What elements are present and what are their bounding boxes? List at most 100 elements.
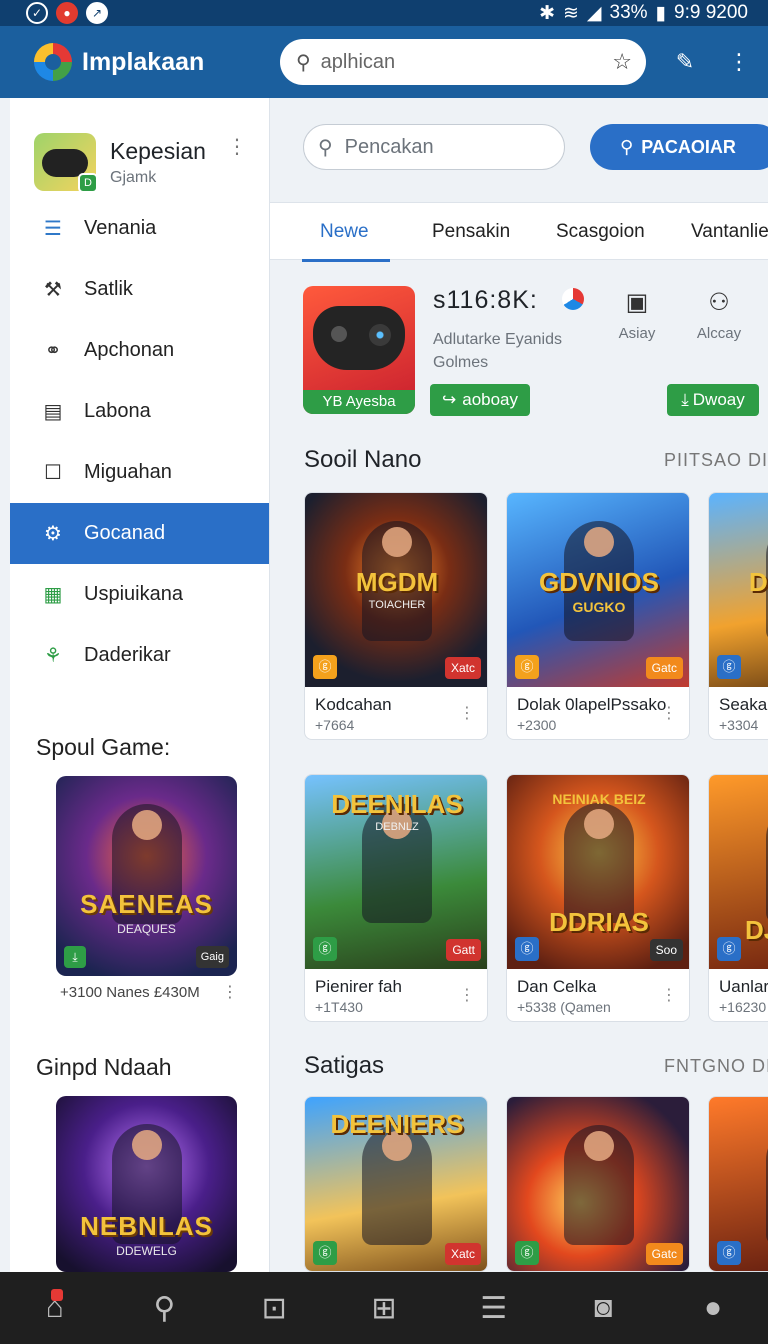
sidebar-item-miguahan[interactable]: ☐ Miguahan [10,442,269,503]
game-card[interactable]: NEINIAK BEIZ DDRIAS ⓖ Soo Dan Celka +533… [506,774,690,1022]
more-vert-icon[interactable]: ⋮ [724,49,754,75]
search-icon: ⚲ [620,136,634,157]
character-art [564,803,634,923]
section-more-link[interactable]: FNTGNO DI [664,1056,768,1077]
search-icon: ⚲ [296,51,311,74]
profile-menu-icon[interactable]: ⋮ [227,134,247,159]
sidebar-item-gocanad[interactable]: ⚙ Gocanad [10,503,269,564]
profile-subtitle: Gjamk [110,168,157,186]
tab-newe[interactable]: Newe [320,221,369,243]
action-asiay[interactable]: ▣ Asiay [602,288,672,342]
game-name: Dolak 0lapelPssako [517,695,667,714]
status-right: ✱ ≋ ◢ 33% ▮ 9:9 9200 [539,2,748,25]
sidebar-item-label: Uspiuikana [84,583,183,605]
sidebar-game-card[interactable]: NEBNLAS DDEWELG [56,1096,237,1272]
app-bar: Implakaan ⚲ aplhican ☆ ✎ ⋮ [0,26,768,98]
action-alccay[interactable]: ⚇ Alccay [684,288,754,342]
gear-icon: ⚙ [44,523,62,545]
section-title: Satigas [304,1052,385,1079]
card-menu-icon[interactable]: ⋮ [459,703,475,723]
section-more-link[interactable]: PIITSAO DI [664,450,768,471]
sidebar-item-satlik[interactable]: ⚒ Satlik [10,259,269,320]
sidebar-item-apchonan[interactable]: ⚭ Apchonan [10,320,269,381]
search-input[interactable]: aplhican [321,51,613,74]
tab-scasgoion[interactable]: Scasgoion [556,221,645,243]
sidebar-item-label: Apchonan [84,339,175,361]
game-art: ⓖ [709,1097,768,1271]
profile-name: Kepesian [110,137,206,164]
record-icon: ● [56,2,78,24]
sidebar-game-card[interactable]: SAENEAS DEAQUES ⤓ Gaig [56,776,237,976]
sidebar-item-uspiuikana[interactable]: ▦ Uspiuikana [10,564,269,625]
sidebar-section-title: Ginpd Ndaah [36,1054,172,1080]
sidebar-item-venania[interactable]: ☰ Venania [10,198,269,259]
profile-header[interactable]: D Kepesian Gjamk ⋮ [10,98,269,198]
game-card[interactable]: ⓖ [708,1096,768,1272]
tab-pensakin[interactable]: Pensakin [432,221,510,243]
home-icon[interactable]: ⌂ [25,1289,85,1325]
battery-indicator: 33% [609,2,648,23]
bluetooth-icon: ✱ [539,2,555,24]
game-name: Seaka [719,695,768,714]
card-menu-icon[interactable]: ⋮ [661,985,677,1005]
price-chip: Soo [649,939,683,961]
card-menu-icon[interactable]: ⋮ [459,985,475,1005]
game-art-title: DEENILAS [331,789,463,819]
wifi-icon: ≋ [562,2,579,24]
profile-icon[interactable]: ● [683,1291,743,1325]
game-art-subtitle: GUGKO [572,599,626,615]
list-icon: ☰ [44,218,62,240]
sidebar-item-daderikar[interactable]: ⚘ Daderikar [10,625,269,686]
game-card[interactable]: DEENILAS DEBNLZ ⓖ Gatt Pienirer fah +1T4… [304,774,488,1022]
grid-icon: ▦ [43,584,63,606]
game-card[interactable]: DJ ⓖ Uanlar +16230 [708,774,768,1022]
tab-vantanlie[interactable]: Vantanlie [691,221,768,243]
character-art [564,1125,634,1245]
featured-button-2[interactable]: ⤓ Dwoay [667,384,759,416]
camera-icon[interactable]: ◙ [573,1291,633,1325]
menu-icon[interactable]: ☰ [464,1291,524,1326]
store-icon: ⓖ [717,937,741,961]
game-art: ⓖ Gatc [507,1097,689,1271]
game-card[interactable]: ⓖ Gatc [506,1096,690,1272]
featured-image-tag: YB Ayesba [303,390,415,414]
link-icon: ↪ [441,390,457,409]
app-logo-icon [34,43,72,81]
game-art-title: NEBNLAS [80,1211,213,1241]
game-card[interactable]: GDVNIOS GUGKO ⓖ Gatc Dolak 0lapelPssako … [506,492,690,740]
game-card[interactable]: DE ⓖ Seaka +3304 [708,492,768,740]
bag-icon[interactable]: ⊡ [244,1291,304,1326]
download-icon: ⤓ [681,390,689,409]
sidebar-item-labona[interactable]: ▤ Labona [10,381,269,442]
game-card[interactable]: DEENIERS ⓖ Xatc [304,1096,488,1272]
frame-icon: ▣ [625,289,649,316]
game-art-subtitle: TOIACHER [368,599,426,611]
check-icon: ✓ [26,2,48,24]
filter-search-field[interactable]: ⚲ Pencakan [303,124,565,170]
price-chip: Gatc [645,1243,683,1265]
featured-button-2-label: Dwoay [692,390,745,409]
price-chip: Gatc [645,657,683,679]
status-time: 9:9 9200 [674,2,748,23]
featured-image[interactable]: YB Ayesba [303,286,415,414]
search-bar[interactable]: ⚲ aplhican ☆ [280,39,646,85]
primary-search-button[interactable]: ⚲ PACAOIAR [590,124,768,170]
card-menu-icon[interactable]: ⋮ [222,982,238,1002]
game-art-title: DDRIAS [549,907,649,937]
nodes-icon: ⚭ [44,340,62,362]
search-icon: ⚲ [318,136,333,159]
section-title: Sooil Nano [304,446,422,473]
status-left-icons: ✓ ● ↗ [26,2,108,24]
sidebar-item-label: Labona [84,400,151,422]
card-menu-icon[interactable]: ⋮ [661,703,677,723]
star-icon[interactable]: ☆ [612,49,632,75]
plus-box-icon[interactable]: ⊞ [354,1291,414,1326]
game-card[interactable]: MGDM TOIACHER ⓖ Xatc Kodcahan +7664 ⋮ [304,492,488,740]
edit-icon[interactable]: ✎ [670,49,700,75]
signal-icon: ◢ [586,2,602,24]
filter-search-input[interactable]: Pencakan [345,136,434,159]
notification-dot [50,1289,63,1301]
action-label: Alccay [696,325,742,342]
search-icon[interactable]: ⚲ [135,1291,195,1326]
featured-button-1[interactable]: ↪ aoboay [430,384,530,416]
